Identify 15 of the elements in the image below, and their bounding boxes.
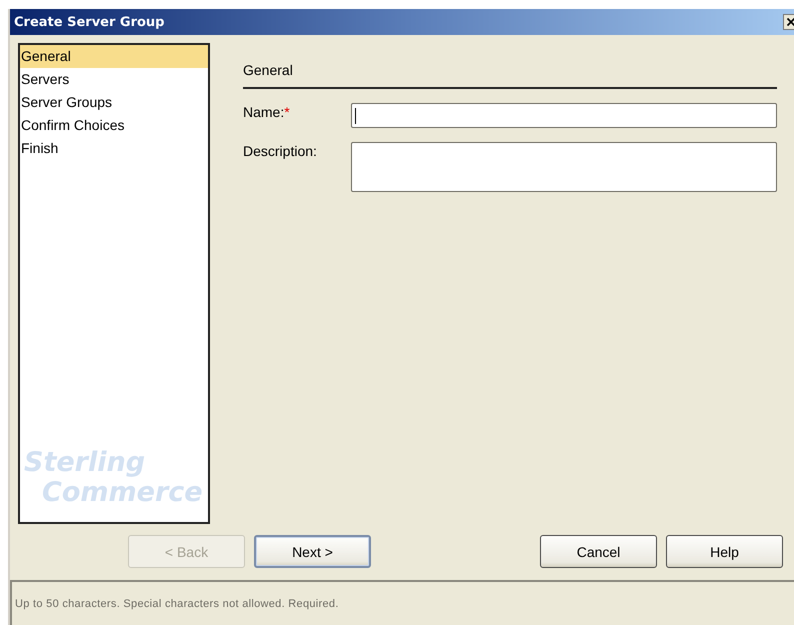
field-label: Description: — [243, 142, 318, 161]
step-item[interactable]: Server Groups — [20, 91, 208, 114]
step-item[interactable]: Finish — [20, 137, 208, 160]
step-item[interactable]: General — [20, 45, 208, 68]
next-button[interactable]: Next > — [254, 535, 371, 568]
status-text: Up to 50 characters. Special characters not allowed. Required. — [15, 598, 339, 610]
name-field[interactable] — [351, 103, 777, 128]
help-button[interactable]: Help — [666, 535, 783, 568]
step-item[interactable]: Servers — [20, 68, 208, 91]
step-item[interactable]: Confirm Choices — [20, 114, 208, 137]
cancel-button[interactable]: Cancel — [540, 535, 657, 568]
description-field[interactable] — [351, 142, 777, 192]
window-title: Create Server Group — [14, 14, 164, 30]
field-label: Name:* — [243, 103, 291, 122]
section-title: General — [243, 62, 777, 89]
